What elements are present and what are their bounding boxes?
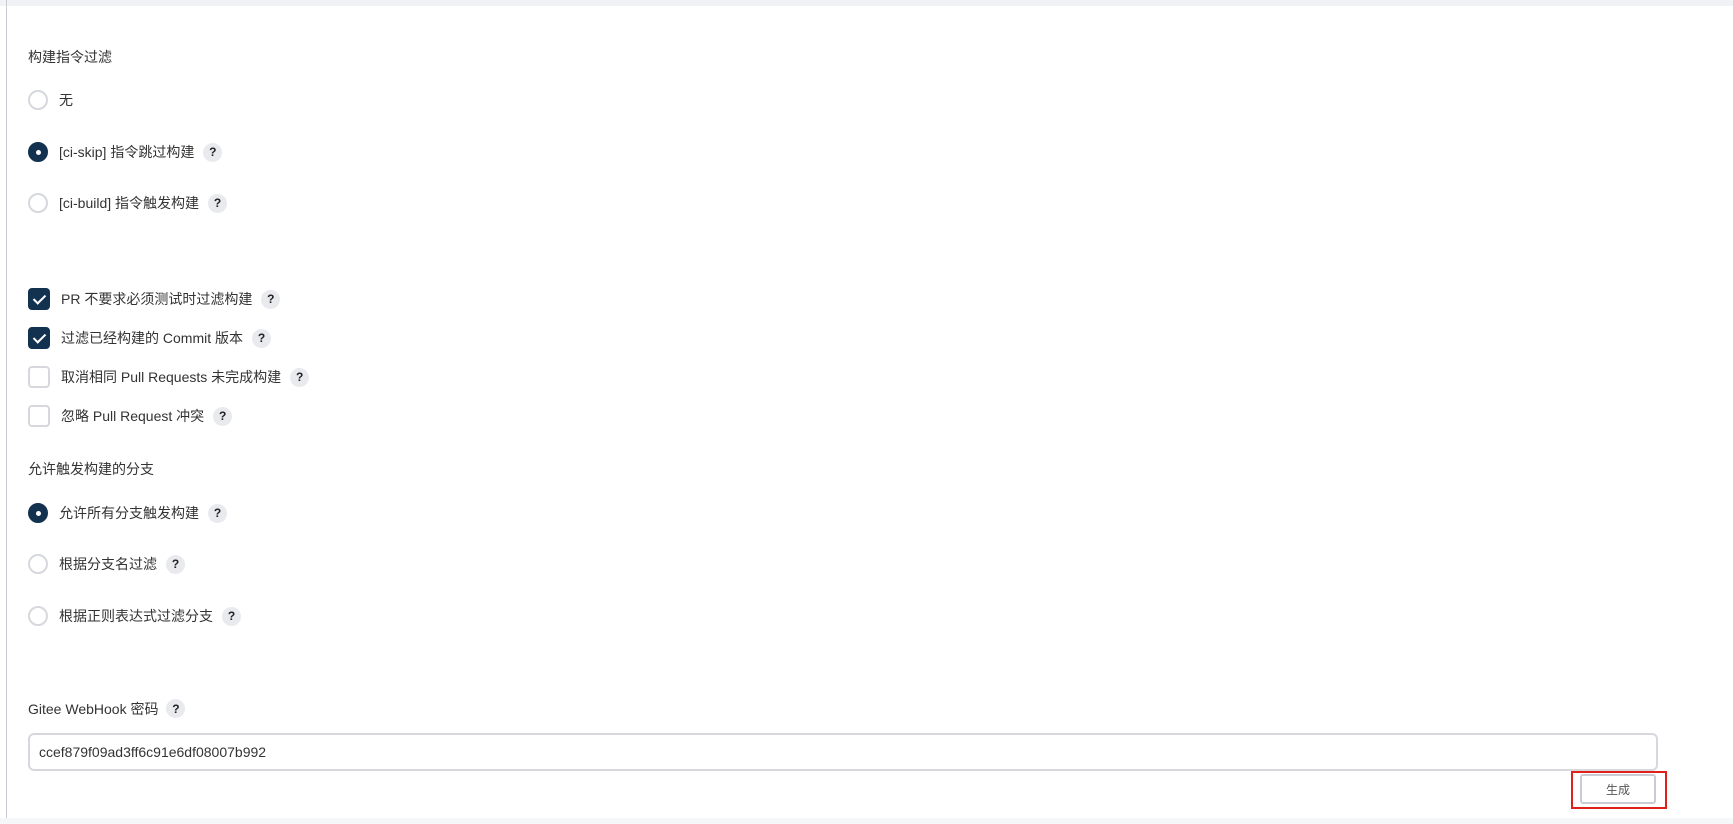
option-label: [ci-skip] 指令跳过构建 <box>59 144 195 160</box>
option-label: [ci-build] 指令触发构建 <box>59 195 200 211</box>
radio-ci-skip[interactable] <box>28 142 48 162</box>
help-icon[interactable]: ? <box>222 606 241 626</box>
radio-none[interactable] <box>28 90 48 110</box>
help-icon[interactable]: ? <box>166 554 185 574</box>
generate-button[interactable]: 生成 <box>1580 774 1656 804</box>
checkbox-label: 取消相同 Pull Requests 未完成构建 <box>61 369 282 385</box>
top-bar <box>0 0 1733 6</box>
checkbox-box[interactable] <box>28 405 50 427</box>
option-label: 根据分支名过滤 <box>59 556 157 572</box>
branch-option-all[interactable]: 允许所有分支触发构建 ? <box>28 501 227 525</box>
help-icon[interactable]: ? <box>290 367 310 387</box>
checkbox-label: 忽略 Pull Request 冲突 <box>61 408 205 424</box>
webhook-secret-label: Gitee WebHook 密码 <box>28 700 159 717</box>
radio-branch-regex[interactable] <box>28 606 48 626</box>
branch-option-name-filter[interactable]: 根据分支名过滤 ? <box>28 552 185 576</box>
build-filter-option-ci-skip[interactable]: [ci-skip] 指令跳过构建 ? <box>28 140 223 164</box>
checkbox-box[interactable] <box>28 366 50 388</box>
checkbox-box[interactable] <box>28 327 50 349</box>
branch-filter-title: 允许触发构建的分支 <box>28 461 154 477</box>
checkbox-filter-built-commit[interactable]: 过滤已经构建的 Commit 版本 ? <box>28 326 271 350</box>
build-filter-title: 构建指令过滤 <box>28 49 112 65</box>
radio-branch-name[interactable] <box>28 554 48 574</box>
help-icon[interactable]: ? <box>261 289 281 309</box>
option-label: 允许所有分支触发构建 <box>59 505 199 521</box>
checkbox-label: PR 不要求必须测试时过滤构建 <box>61 291 253 307</box>
webhook-secret-input[interactable] <box>28 733 1658 771</box>
option-label: 无 <box>59 92 73 108</box>
build-filter-option-ci-build[interactable]: [ci-build] 指令触发构建 ? <box>28 191 228 215</box>
help-icon[interactable]: ? <box>166 699 186 718</box>
build-filter-option-none[interactable]: 无 <box>28 88 73 112</box>
checkbox-pr-test-filter[interactable]: PR 不要求必须测试时过滤构建 ? <box>28 287 281 311</box>
checkbox-cancel-same-pr[interactable]: 取消相同 Pull Requests 未完成构建 ? <box>28 365 310 389</box>
checkbox-box[interactable] <box>28 288 50 310</box>
help-icon[interactable]: ? <box>213 406 233 426</box>
radio-ci-build[interactable] <box>28 193 48 213</box>
help-icon[interactable]: ? <box>252 328 271 348</box>
branch-option-regex-filter[interactable]: 根据正则表达式过滤分支 ? <box>28 604 241 628</box>
option-label: 根据正则表达式过滤分支 <box>59 608 213 624</box>
webhook-secret-header: Gitee WebHook 密码 ? <box>28 699 186 718</box>
checkbox-ignore-pr-conflict[interactable]: 忽略 Pull Request 冲突 ? <box>28 404 233 428</box>
checkbox-label: 过滤已经构建的 Commit 版本 <box>61 330 243 346</box>
help-icon[interactable]: ? <box>203 142 223 162</box>
bottom-bar <box>0 818 1733 824</box>
help-icon[interactable]: ? <box>208 503 227 523</box>
left-border <box>6 0 7 824</box>
help-icon[interactable]: ? <box>208 193 228 213</box>
radio-all-branches[interactable] <box>28 503 48 523</box>
